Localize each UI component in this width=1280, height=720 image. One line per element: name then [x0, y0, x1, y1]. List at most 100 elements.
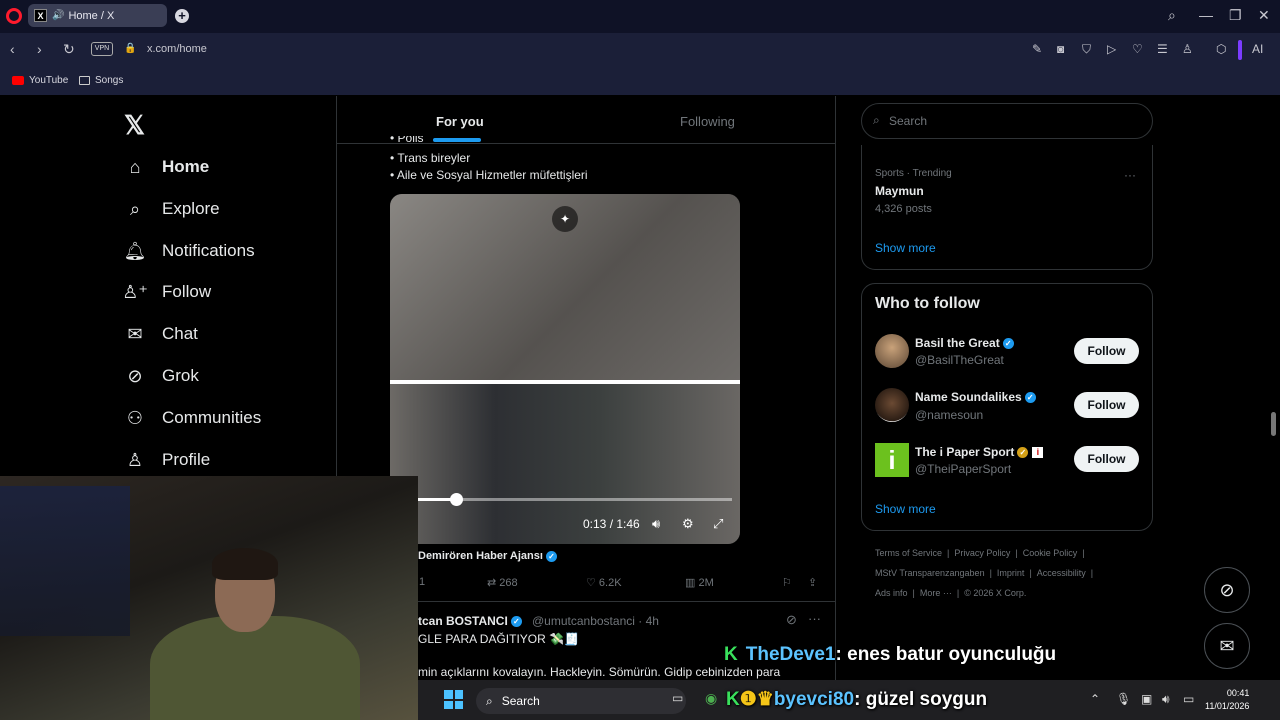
restore-button[interactable]: ❐ — [1229, 7, 1242, 24]
account-icon[interactable]: ♙ — [1182, 42, 1193, 56]
footer-link[interactable]: More ··· — [920, 588, 952, 598]
chevron-up-icon[interactable]: ⌃ — [1090, 692, 1100, 706]
avatar[interactable] — [875, 388, 909, 422]
like-button[interactable]: ♡ 6.2K — [586, 576, 622, 589]
video-progress-track[interactable] — [417, 498, 732, 501]
task-view-icon[interactable]: ▭ — [672, 691, 683, 705]
x-logo-icon[interactable]: 𝕏 — [124, 110, 145, 141]
forward-icon[interactable]: › — [37, 41, 42, 57]
reload-icon[interactable]: ↻ — [63, 41, 75, 58]
views-button[interactable]: ▥ 2M — [685, 576, 714, 589]
avatar[interactable] — [875, 334, 909, 368]
footer-link[interactable]: Ads info — [875, 588, 908, 598]
new-tab-button[interactable]: + — [175, 9, 189, 23]
footer-link[interactable]: Imprint — [997, 568, 1025, 578]
post-author-handle[interactable]: @umutcanbostanci · 4h — [532, 614, 659, 628]
cube-icon[interactable]: ⬡ — [1216, 42, 1226, 56]
scrollbar[interactable] — [1271, 412, 1276, 436]
bookmark-songs[interactable]: Songs — [79, 75, 123, 86]
badge-icon: ❶♛ — [739, 689, 774, 710]
speaker-icon[interactable]: 🔊 — [52, 10, 64, 21]
repost-button[interactable]: ⇄ 268 — [487, 576, 518, 589]
sparkle-icon[interactable]: ✦ — [552, 206, 578, 232]
minimize-button[interactable]: — — [1199, 7, 1213, 23]
back-icon[interactable]: ‹ — [10, 41, 15, 57]
follow-button[interactable]: Follow — [1074, 338, 1139, 364]
trend-name[interactable]: Maymun — [875, 184, 924, 198]
user-name[interactable]: The i Paper Sport ✓ i — [915, 445, 1044, 459]
sidebar-item-profile[interactable]: ♙ Profile — [124, 449, 210, 471]
close-window-button[interactable]: ✕ — [1258, 7, 1270, 24]
profile-icon: ♙ — [126, 449, 144, 470]
microphone-icon[interactable]: 🎙︎ — [1116, 692, 1131, 706]
chrome-icon[interactable]: ◉ — [705, 690, 717, 707]
lock-icon[interactable]: 🔒 — [124, 43, 136, 54]
footer-link[interactable]: Terms of Service — [875, 548, 942, 558]
sidebar-indicator — [1238, 40, 1242, 60]
footer-link[interactable]: Cookie Policy — [1023, 548, 1078, 558]
sidebar-item-follow[interactable]: ♙⁺ Follow — [122, 281, 211, 303]
grok-fab-button[interactable]: ⊘ — [1204, 567, 1250, 613]
user-name[interactable]: Name Soundalikes ✓ — [915, 390, 1036, 404]
bookmark-label: Songs — [95, 75, 124, 86]
tab-following[interactable]: Following — [680, 114, 735, 129]
taskbar-search[interactable]: ⌕ Search — [476, 688, 686, 714]
battery-icon[interactable]: ▭ — [1183, 692, 1194, 706]
opera-logo-icon[interactable] — [6, 8, 22, 24]
footer-link[interactable]: Accessibility — [1037, 568, 1086, 578]
post-text-line: min açıklarını kovalayın. Hackleyin. Söm… — [418, 665, 781, 679]
sidebar-item-grok[interactable]: ⊘ Grok — [124, 365, 198, 387]
video-source[interactable]: Demirören Haber Ajansı ✓ — [418, 550, 557, 562]
list-icon[interactable]: ☰ — [1157, 42, 1168, 56]
sidebar-item-communities[interactable]: ⚇ Communities — [124, 407, 261, 429]
user-handle: @TheiPaperSport — [915, 462, 1012, 476]
bookmark-icon[interactable]: ⚐ — [782, 576, 792, 589]
footer-link[interactable]: Privacy Policy — [954, 548, 1010, 558]
show-more-link[interactable]: Show more — [875, 502, 936, 516]
sidebar-item-notifications[interactable]: 🔔︎ Notifications — [124, 240, 255, 262]
kick-icon: K — [726, 689, 740, 710]
windows-start-icon[interactable] — [444, 690, 463, 709]
avatar[interactable]: i — [875, 443, 909, 477]
volume-icon[interactable]: 🔊︎ — [652, 516, 660, 532]
post-line: • Polis — [390, 136, 424, 144]
home-icon: ⌂ — [129, 156, 141, 177]
taskbar-search-label: Search — [501, 694, 540, 708]
network-icon[interactable]: ▣ — [1141, 692, 1152, 706]
sidebar-item-explore[interactable]: ⌕ Explore — [124, 198, 220, 220]
grok-icon[interactable]: ⊘ — [786, 612, 797, 628]
bookmark-youtube[interactable]: YouTube — [12, 75, 68, 86]
reply-button[interactable]: 1 — [419, 576, 425, 588]
post-author-name[interactable]: tcan BOSTANCI ✓ — [418, 614, 522, 628]
vpn-badge[interactable]: VPN — [91, 42, 113, 56]
footer-sep: | — [1082, 548, 1085, 558]
ai-button[interactable]: AI — [1252, 42, 1263, 56]
video-player[interactable]: ✦ 0:13 / 1:46 🔊︎ ⚙ ⤢ — [390, 194, 740, 544]
more-icon[interactable]: ··· — [1124, 168, 1136, 182]
fullscreen-icon[interactable]: ⤢ — [713, 516, 723, 532]
system-clock[interactable]: 00:41 11/01/2026 — [1205, 687, 1249, 713]
sidebar-item-chat[interactable]: ✉ Chat — [124, 323, 197, 345]
sidebar-item-home[interactable]: ⌂ Home — [124, 156, 210, 178]
show-more-link[interactable]: Show more — [875, 241, 936, 255]
settings-icon[interactable]: ⚙ — [682, 516, 694, 532]
heart-icon[interactable]: ♡ — [1132, 42, 1143, 56]
messages-fab-button[interactable]: ✉ — [1204, 623, 1250, 669]
play-icon[interactable]: ▷ — [1107, 42, 1116, 56]
shield-icon[interactable]: ⛉ — [1082, 42, 1091, 57]
share-icon[interactable]: ⇪ — [808, 576, 817, 589]
video-progress-handle[interactable] — [449, 493, 463, 506]
footer-link[interactable]: MStV Transparenzangaben — [875, 568, 985, 578]
url-field[interactable]: x.com/home — [147, 43, 207, 55]
browser-tab[interactable]: X 🔊 Home / X — [28, 4, 167, 27]
follow-button[interactable]: Follow — [1074, 392, 1139, 418]
camera-icon[interactable]: ◙ — [1057, 42, 1064, 56]
search-icon[interactable]: ⌕ — [1168, 7, 1176, 24]
edit-icon[interactable]: ✎ — [1032, 42, 1042, 56]
more-icon[interactable]: ··· — [808, 611, 821, 626]
follow-button[interactable]: Follow — [1074, 446, 1139, 472]
tab-for-you[interactable]: For you — [436, 114, 484, 129]
volume-icon[interactable]: 🔊︎ — [1162, 692, 1170, 707]
user-name[interactable]: Basil the Great ✓ — [915, 336, 1014, 350]
footer-sep: | — [912, 588, 915, 598]
